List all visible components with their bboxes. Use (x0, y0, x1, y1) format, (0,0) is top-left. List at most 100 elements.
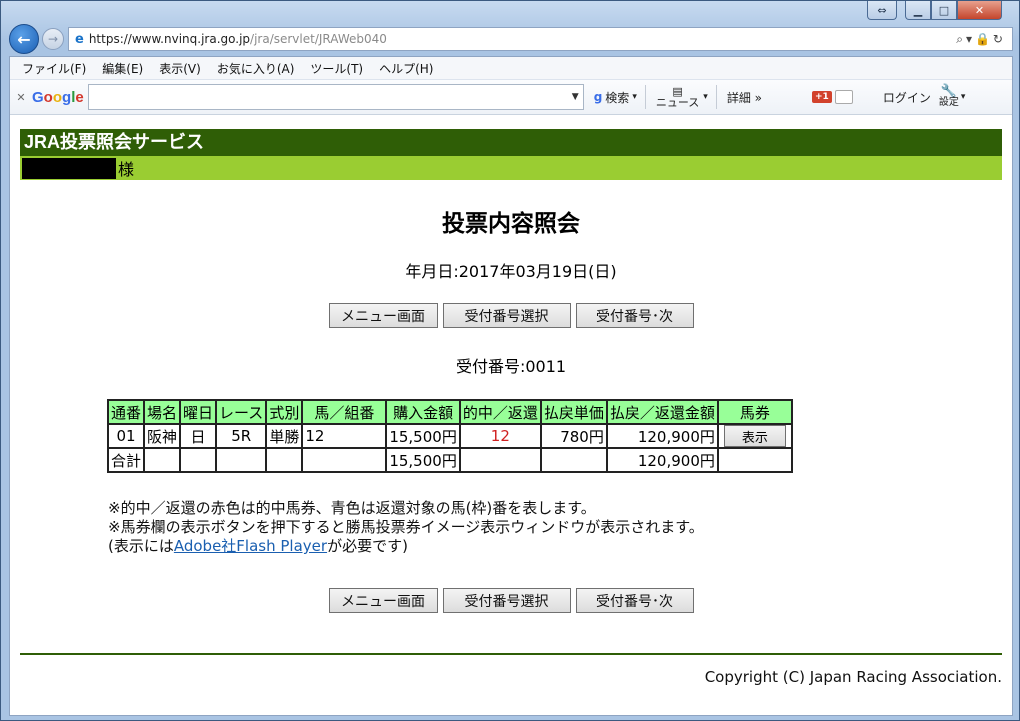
back-button[interactable]: ← (9, 24, 39, 54)
close-button[interactable]: ✕ (957, 1, 1002, 20)
next-receipt-button[interactable]: 受付番号･次 (575, 303, 694, 328)
empty-cell (179, 447, 218, 473)
menu-button[interactable]: メニュー画面 (328, 303, 438, 328)
empty-cell (301, 447, 388, 473)
cell-unit-payout: 780円 (539, 423, 608, 449)
cell-race: 5R (215, 423, 268, 449)
select-receipt-button[interactable]: 受付番号選択 (442, 303, 571, 328)
race-date: 年月日:2017年03月19日(日) (405, 262, 617, 281)
col-hit: 的中／返還 (458, 399, 542, 425)
note-show-button: ※馬券欄の表示ボタンを押下すると勝馬投票券イメージ表示ウィンドウが表示されます。 (108, 518, 704, 536)
window-controls: ⇔ ▁ □ ✕ (867, 1, 1002, 21)
note-flash: (表示にはAdobe社Flash Playerが必要です) (108, 537, 1002, 556)
show-ticket-button[interactable]: 表示 (723, 425, 786, 447)
top-button-row: メニュー画面 受付番号選択 受付番号･次 (20, 303, 1002, 328)
empty-cell (143, 447, 182, 473)
empty-cell (716, 447, 793, 473)
cell-ticket: 表示 (716, 423, 793, 449)
bottom-button-row: メニュー画面 受付番号選択 受付番号･次 (20, 588, 1002, 613)
cell-payout: 120,900円 (605, 423, 719, 449)
cell-type: 単勝 (265, 423, 304, 449)
search-label: 検索 (605, 90, 630, 105)
divider (715, 85, 717, 109)
footer-divider (20, 653, 1002, 655)
cell-hit: 12 (458, 423, 542, 449)
total-payout: 120,900円 (605, 447, 719, 473)
menu-view[interactable]: 表示(V) (159, 60, 201, 77)
chevron-down-icon[interactable]: ▼ (572, 92, 579, 102)
table-row: 01 阪神 日 5R 単勝 12 15,500円 12 780円 120,900… (106, 423, 793, 449)
col-horse: 馬／組番 (301, 399, 388, 425)
empty-cell (539, 447, 608, 473)
col-type: 式別 (265, 399, 304, 425)
redacted-username (22, 157, 116, 179)
col-amount: 購入金額 (385, 399, 461, 425)
maximize-button[interactable]: □ (931, 1, 957, 20)
browser-window: ⇔ ▁ □ ✕ ← → e https://www.nvinq.jra.go.j… (0, 0, 1020, 721)
news-button[interactable]: ▤ ニュース (656, 86, 699, 108)
cell-horse: 12 (301, 423, 388, 449)
news-dropdown-icon[interactable]: ▾ (703, 92, 708, 102)
browser-content: ファイル(F) 編集(E) 表示(V) お気に入り(A) ツール(T) ヘルプ(… (9, 56, 1013, 716)
notes: ※的中／返還の赤色は的中馬券、青色は返還対象の馬(枠)番を表します。 ※馬券欄の… (108, 499, 1002, 556)
address-actions-icon[interactable]: ⌕▾🔒↻ (956, 32, 1006, 47)
url-host: https://www.nvinq.jra.go.jp (88, 32, 251, 46)
address-row: ← → e https://www.nvinq.jra.go.jp/jra/se… (9, 23, 1013, 55)
restore-window-icon[interactable]: ⇔ (867, 1, 897, 20)
address-bar[interactable]: e https://www.nvinq.jra.go.jp/jra/servle… (68, 27, 1013, 51)
wrench-icon: 🔧 (940, 84, 957, 99)
table-header-row: 通番 場名 曜日 レース 式別 馬／組番 購入金額 的中／返還 払戻単価 払戻／… (106, 399, 793, 425)
total-label: 合計 (106, 447, 146, 473)
cell-amount: 15,500円 (385, 423, 461, 449)
details-button[interactable]: 詳細 » (727, 89, 762, 106)
empty-cell (215, 447, 268, 473)
copyright: Copyright (C) Japan Racing Association. (704, 668, 1002, 686)
news-label: ニュース (655, 96, 700, 109)
col-race: レース (215, 399, 268, 425)
google-search-input[interactable]: ▼ (87, 84, 584, 110)
google-search-button[interactable]: g 検索 ▾ (594, 89, 637, 106)
note-hit-colors: ※的中／返還の赤色は的中馬券、青色は返還対象の馬(枠)番を表します。 (108, 499, 596, 517)
col-serial: 通番 (106, 399, 146, 425)
honorific: 様 (118, 160, 135, 179)
settings-dropdown-icon[interactable]: ▾ (961, 92, 966, 102)
col-day: 曜日 (179, 399, 218, 425)
empty-cell (458, 447, 542, 473)
ie-icon: e (75, 31, 84, 47)
menu-edit[interactable]: 編集(E) (102, 60, 143, 77)
col-venue: 場名 (143, 399, 182, 425)
page-body: JRA投票照会サービス 様 投票内容照会 年月日:2017年03月19日(日) … (10, 129, 1012, 686)
cell-day: 日 (179, 423, 218, 449)
col-payout: 払戻／返還金額 (605, 399, 719, 425)
menu-help[interactable]: ヘルプ(H) (379, 60, 433, 77)
total-amount: 15,500円 (385, 447, 461, 473)
note-flash-prefix: (表示には (108, 537, 174, 555)
flash-player-link[interactable]: Adobe社Flash Player (174, 537, 327, 555)
note-flash-suffix: が必要です) (327, 537, 408, 555)
google-logo: Google (32, 88, 84, 106)
menu-button-bottom[interactable]: メニュー画面 (328, 588, 438, 613)
settings-button[interactable]: 🔧 設定 (939, 84, 959, 108)
minimize-button[interactable]: ▁ (905, 1, 931, 20)
site-header: JRA投票照会サービス (20, 129, 1002, 156)
gplus-icon: +1 (812, 91, 832, 103)
google-plus-button[interactable]: +1 (812, 90, 853, 104)
menu-file[interactable]: ファイル(F) (22, 60, 86, 77)
login-button[interactable]: ログイン (883, 89, 931, 106)
google-search-icon: g (593, 90, 603, 104)
empty-cell (265, 447, 304, 473)
next-receipt-button-bottom[interactable]: 受付番号･次 (575, 588, 694, 613)
divider (644, 85, 646, 109)
menu-tools[interactable]: ツール(T) (310, 60, 363, 77)
url-path: /jra/servlet/JRAWeb040 (250, 32, 387, 46)
forward-button[interactable]: → (42, 28, 64, 50)
cell-serial: 01 (106, 423, 146, 449)
google-toolbar: ✕ Google ▼ g 検索 ▾ ▤ ニュース ▾ 詳細 » +1 ログイン 🔧 設定… (10, 79, 1012, 115)
menu-favorites[interactable]: お気に入り(A) (217, 60, 295, 77)
page-title: 投票内容照会 (442, 211, 580, 237)
col-ticket: 馬券 (716, 399, 793, 425)
user-bar: 様 (20, 156, 1002, 180)
select-receipt-button-bottom[interactable]: 受付番号選択 (442, 588, 571, 613)
toolbar-close-icon[interactable]: ✕ (10, 91, 32, 104)
col-unit-payout: 払戻単価 (539, 399, 608, 425)
